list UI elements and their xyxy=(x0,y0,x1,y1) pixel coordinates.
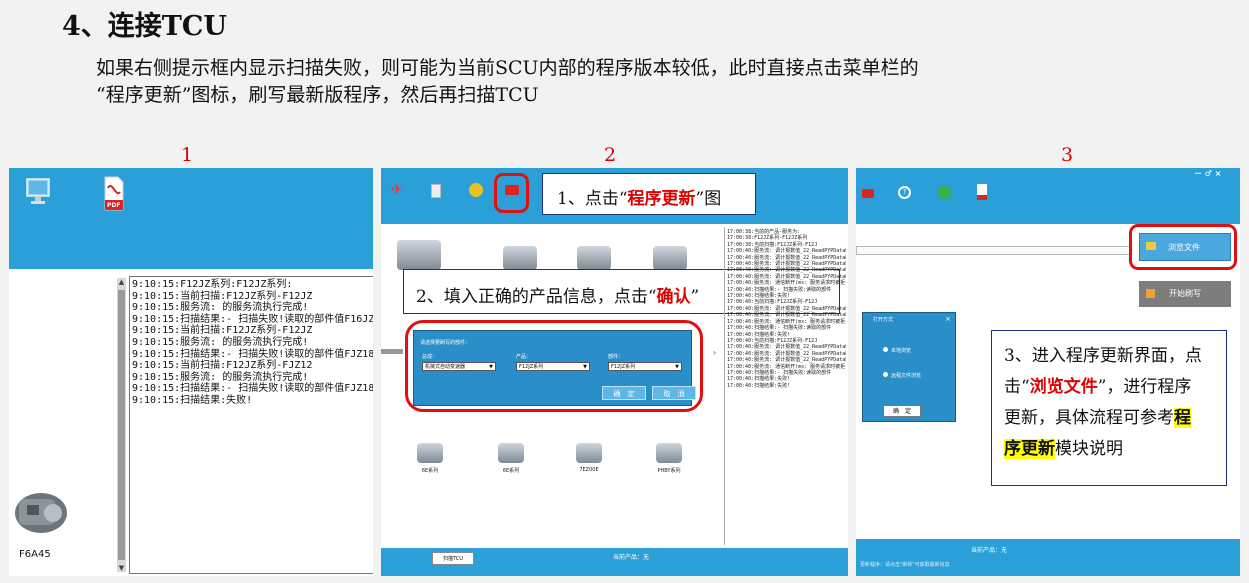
log-line: 17:00:40:服务流: 通信断开(ms: 服务请求时被拒 · · · xyxy=(727,280,846,287)
help-icon[interactable] xyxy=(469,183,483,197)
product-image xyxy=(503,246,537,270)
log-line: 17:00:40:服务流: 调计报数值_22_ReadPYPDataById xyxy=(727,344,846,351)
confirm-button[interactable]: 确 定 xyxy=(883,405,921,417)
callout2-prefix: 2、填入正确的产品信息，点击“ xyxy=(416,287,657,307)
log-scrollbar[interactable]: ▲ ▼ xyxy=(117,278,126,572)
current-product-status: 当前产品：无 xyxy=(613,554,650,561)
gearbox-image xyxy=(11,483,69,541)
log-line: 9:10:15:当前扫描:F12JZ系列-FJZ12 xyxy=(132,360,313,372)
help-icon[interactable]: ? xyxy=(898,186,911,199)
log-line: 9:10:15:服务流: 的服务流执行完成! xyxy=(132,371,309,383)
product-label: F6A45 xyxy=(19,549,51,560)
product-name[interactable]: PHBY系列 xyxy=(649,467,689,474)
current-product-status: 当前产品：无 xyxy=(971,547,1008,554)
product-image xyxy=(417,443,443,463)
log-line: 17:00:40:服务流: 调计报数值_22_ReadPYPDataById xyxy=(727,312,846,319)
chevron-right-icon[interactable]: › xyxy=(713,348,716,357)
description: 如果右侧提示框内显示扫描失败，则可能为当前SCU内部的程序版本较低，此时直接点击… xyxy=(96,55,1156,109)
window-controls[interactable]: － ♂ × xyxy=(1194,168,1221,179)
program-update-icon[interactable] xyxy=(862,189,874,198)
log-line: 9:10:15:扫描结果:- 扫描失败!读取的部件值F16JZ与期望 xyxy=(132,313,373,325)
remote-browse-radio[interactable]: 远程文件浏览 xyxy=(883,372,921,379)
log-line: 17:00:40:服务流: 通信断开(ms: 服务请求时被拒 · · · xyxy=(727,363,846,370)
app-toolbar: ? － ♂ × xyxy=(856,168,1240,224)
log-line: 17:00:40:服务流: 调计报数值_22_ReadPYPDataById xyxy=(727,248,846,255)
log-line: 9:10:15:当前扫描:F12JZ系列-F12JZ xyxy=(132,325,313,337)
description-line1: 如果右侧提示框内显示扫描失败，则可能为当前SCU内部的程序版本较低，此时直接点击… xyxy=(96,57,919,79)
product-image xyxy=(576,443,602,463)
callout-step-1: 1、点击“程序更新”图 xyxy=(542,173,756,215)
dialog-title: 打开方式 xyxy=(873,317,894,323)
callout1-suffix: ”图 xyxy=(695,189,722,209)
product-name[interactable]: 7EZ00E xyxy=(569,467,609,473)
scan-tcu-button[interactable]: 扫描TCU xyxy=(432,552,474,565)
scan-log: 17:00:38:当前的产品-服务为: 17:00:38:F12JZ系列-F12J… xyxy=(724,227,846,545)
log-line: 9:10:15:服务流: 的服务流执行完成! xyxy=(132,336,309,348)
step-number-2: 2 xyxy=(604,144,617,166)
status-bar: 当前产品：无 更新程序：请点击"刷新"可获取最新信息 xyxy=(856,539,1240,576)
callout1-prefix: 1、点击“ xyxy=(557,189,628,209)
log-line: 9:10:15:当前扫描:F12JZ系列-F12JZ xyxy=(132,290,313,302)
callout3-line3: 更新，具体流程可参考程 xyxy=(1004,408,1191,428)
log-line: 9:10:15:扫描结果:- 扫描失败!读取的部件值FJZ18与期望 xyxy=(132,348,373,360)
app-toolbar: PDF xyxy=(9,168,373,269)
open-mode-dialog: 打开方式 × 本地浏览 远程文件浏览 确 定 xyxy=(862,312,956,422)
section-heading: 4、连接TCU xyxy=(62,11,227,42)
dialog-highlight xyxy=(405,320,703,412)
log-line: 17:00:40:服务流: 调计报数值_22_ReadPYPDataById xyxy=(727,267,846,274)
globe-icon[interactable] xyxy=(938,186,951,199)
footer-note: 更新程序：请点击"刷新"可获取最新信息 xyxy=(860,562,950,568)
flash-icon xyxy=(1146,289,1155,298)
log-line: 17:00:40:扫描结果:- 扫描失败:读取的部件 xyxy=(727,325,832,332)
callout3-line2: 击“浏览文件”，进行程序 xyxy=(1004,377,1192,397)
scroll-thumb[interactable] xyxy=(118,290,125,560)
close-icon[interactable]: × xyxy=(945,315,951,323)
product-name[interactable]: 6E系列 xyxy=(491,467,531,474)
step-number-1: 1 xyxy=(181,144,194,166)
log-line: 9:10:15:服务流: 的服务流执行完成! xyxy=(132,302,309,314)
callout-step-3: 3、进入程序更新界面，点 击“浏览文件”，进行程序 更新，具体流程可参考程 序更… xyxy=(991,330,1227,486)
log-line: 17:00:40:服务流: 调计报数值_22_ReadPYPDataById xyxy=(727,357,846,364)
log-line: 9:10:15:F12JZ系列:F12JZ系列: xyxy=(132,279,293,290)
product-name[interactable]: 6E系列 xyxy=(410,467,450,474)
log-line: 17:00:40:扫描结果:失败! xyxy=(727,382,791,389)
scroll-up-arrow[interactable]: ▲ xyxy=(117,278,126,286)
product-image xyxy=(397,240,441,270)
callout3-line1: 3、进入程序更新界面，点 xyxy=(1004,346,1202,366)
callout3-line4: 序更新模块说明 xyxy=(1004,439,1123,459)
description-line2: “程序更新”图标，刷写最新版程序，然后再扫描TCU xyxy=(96,84,539,106)
screenshot-panel-3: ? － ♂ × 浏览文件 开始刷写 打开方式 × 本地浏览 远程文件浏览 确 定… xyxy=(856,168,1240,576)
file-path-field[interactable] xyxy=(856,246,1130,255)
scan-log: 9:10:15:F12JZ系列:F12JZ系列: 9:10:15:当前扫描:F12… xyxy=(129,276,373,574)
start-flash-button[interactable]: 开始刷写 xyxy=(1139,281,1231,307)
gray-arrow-bar xyxy=(381,349,403,354)
callout2-suffix: ” xyxy=(690,287,700,307)
product-image xyxy=(653,246,687,270)
screenshot-panel-1: PDF ▲ ▼ 9:10:15:F12JZ系列:F12JZ系列: 9:10:15:… xyxy=(9,168,373,576)
callout1-highlight: 程序更新 xyxy=(627,189,696,209)
monitor-icon[interactable] xyxy=(26,178,50,208)
browse-file-highlight xyxy=(1129,224,1237,270)
program-update-highlight xyxy=(494,173,529,213)
book-icon[interactable] xyxy=(431,184,441,198)
step-number-3: 3 xyxy=(1061,144,1074,166)
product-image xyxy=(498,443,524,463)
log-line: 9:10:15:扫描结果:失败! xyxy=(132,394,253,406)
screenshot-panel-2: ✈ 1、点击“程序更新”图 2、填入正确的产品信息，点击“确认” 请选择要刷写的… xyxy=(381,168,848,576)
scroll-down-arrow[interactable]: ▼ xyxy=(117,564,126,572)
status-bar: 扫描TCU 当前产品：无 xyxy=(381,548,848,576)
log-line: 9:10:15:扫描结果:- 扫描失败!读取的部件值FJZ18与期望 xyxy=(132,383,373,395)
plug-icon[interactable]: ✈ xyxy=(391,182,403,198)
pdf-icon[interactable]: PDF xyxy=(104,176,124,212)
pdf-icon[interactable] xyxy=(977,184,987,200)
local-browse-radio[interactable]: 本地浏览 xyxy=(883,347,911,354)
product-image xyxy=(656,443,682,463)
product-image xyxy=(577,246,611,270)
pdf-icon-label: PDF xyxy=(107,202,121,209)
callout2-highlight: 确认 xyxy=(656,287,691,307)
start-flash-label: 开始刷写 xyxy=(1169,289,1201,298)
